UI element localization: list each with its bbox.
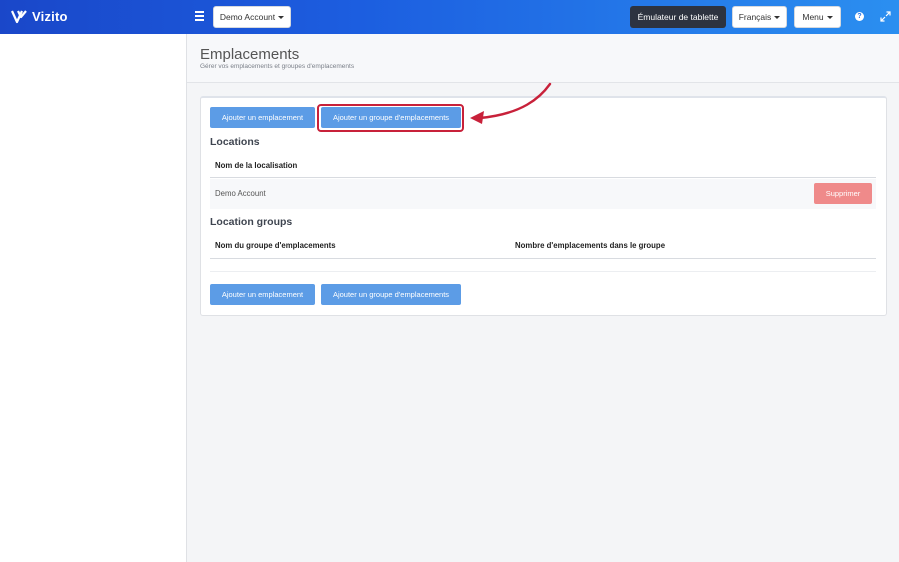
help-icon[interactable]: ? bbox=[855, 12, 864, 21]
delete-location-button[interactable]: Supprimer bbox=[814, 183, 872, 204]
top-navbar: Vizito Demo Account Émulateur de tablett… bbox=[0, 0, 899, 34]
location-name-cell: Demo Account bbox=[215, 189, 266, 198]
page-header: Emplacements Gérer vos emplacements et g… bbox=[187, 34, 899, 83]
groups-column-name: Nom du groupe d'emplacements bbox=[215, 241, 336, 250]
account-dropdown-label: Demo Account bbox=[219, 12, 276, 22]
vizito-logo-icon bbox=[11, 9, 27, 23]
menu-dropdown[interactable]: Menu bbox=[794, 6, 841, 28]
brand-logo[interactable]: Vizito bbox=[11, 9, 68, 24]
locations-column-name: Nom de la localisation bbox=[215, 161, 298, 170]
chevron-down-icon bbox=[774, 15, 781, 19]
menu-dropdown-label: Menu bbox=[802, 12, 824, 22]
add-location-button-top[interactable]: Ajouter un emplacement bbox=[210, 107, 315, 128]
location-groups-title: Location groups bbox=[210, 216, 293, 228]
add-location-button-bottom[interactable]: Ajouter un emplacement bbox=[210, 284, 315, 305]
table-divider bbox=[210, 258, 876, 259]
account-dropdown[interactable]: Demo Account bbox=[213, 6, 291, 28]
tablet-emulator-button[interactable]: Émulateur de tablette bbox=[630, 6, 726, 28]
locations-title: Locations bbox=[210, 136, 260, 148]
groups-column-count: Nombre d'emplacements dans le groupe bbox=[515, 241, 666, 250]
language-dropdown-label: Français bbox=[738, 12, 772, 22]
fullscreen-icon[interactable] bbox=[880, 11, 891, 22]
table-divider bbox=[210, 177, 876, 178]
table-row bbox=[210, 179, 876, 209]
chevron-down-icon bbox=[278, 15, 285, 19]
chevron-down-icon bbox=[826, 15, 833, 19]
language-dropdown[interactable]: Français bbox=[732, 6, 787, 28]
pointer-arrow-icon bbox=[470, 82, 552, 124]
add-location-group-button-bottom[interactable]: Ajouter un groupe d'emplacements bbox=[321, 284, 461, 305]
brand-name: Vizito bbox=[32, 9, 68, 24]
sidebar bbox=[0, 34, 187, 562]
page-subtitle: Gérer vos emplacements et groupes d'empl… bbox=[200, 63, 355, 70]
page-title: Emplacements bbox=[200, 46, 300, 63]
highlight-box bbox=[317, 104, 464, 132]
menu-toggle-icon[interactable] bbox=[195, 11, 205, 23]
table-divider bbox=[210, 271, 876, 272]
